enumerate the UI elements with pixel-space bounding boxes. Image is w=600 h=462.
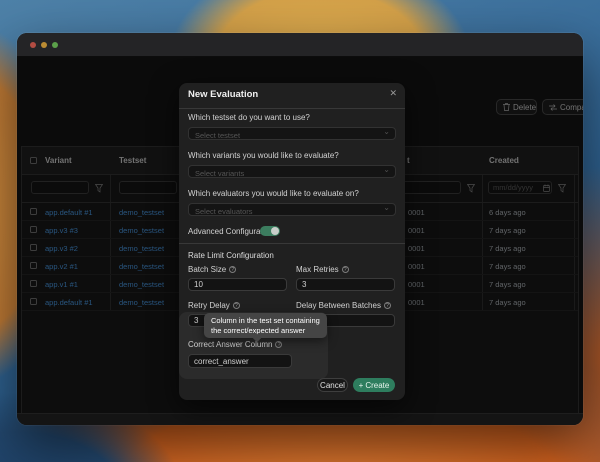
app-window: Delete Compare Variant Testset t Created… — [17, 33, 583, 425]
chevron-down-icon: ⌄ — [383, 127, 390, 136]
evaluators-select-placeholder: Select evaluators — [195, 207, 253, 216]
divider — [179, 243, 405, 244]
create-button[interactable]: + Create — [353, 378, 395, 392]
chevron-down-icon: ⌄ — [383, 165, 390, 174]
info-icon[interactable]: ? — [384, 302, 391, 309]
modal-title: New Evaluation — [188, 89, 258, 100]
tooltip-line2: the correct/expected answer — [211, 326, 320, 336]
desktop-wallpaper: Delete Compare Variant Testset t Created… — [0, 0, 600, 462]
testset-question-label: Which testset do you want to use? — [188, 113, 310, 122]
close-icon[interactable]: ✕ — [389, 88, 397, 99]
testset-select-placeholder: Select testset — [195, 131, 240, 140]
correct-answer-column-label: Correct Answer Column ? — [188, 340, 282, 349]
batch-size-input[interactable] — [188, 278, 287, 291]
create-button-label: Create — [365, 381, 389, 390]
advanced-configuration-toggle[interactable] — [260, 226, 280, 236]
minimize-window-button[interactable] — [41, 42, 47, 48]
info-icon[interactable]: ? — [233, 302, 240, 309]
close-window-button[interactable] — [30, 42, 36, 48]
retry-delay-label: Retry Delay ? — [188, 301, 240, 310]
chevron-down-icon: ⌄ — [383, 203, 390, 212]
variants-select[interactable]: Select variants ⌄ — [188, 165, 396, 178]
evaluators-select[interactable]: Select evaluators ⌄ — [188, 203, 396, 216]
max-retries-label: Max Retries ? — [296, 265, 349, 274]
cancel-button-label: Cancel — [320, 381, 345, 390]
batch-size-label: Batch Size ? — [188, 265, 236, 274]
correct-answer-tooltip: Column in the test set containing the co… — [204, 313, 327, 338]
info-icon[interactable]: ? — [229, 266, 236, 273]
correct-answer-column-input[interactable] — [188, 354, 292, 368]
window-titlebar — [17, 33, 583, 57]
rate-limit-section-title: Rate Limit Configuration — [188, 251, 274, 260]
cancel-button[interactable]: Cancel — [317, 378, 348, 392]
info-icon[interactable]: ? — [342, 266, 349, 273]
evaluators-question-label: Which evaluators you would like to evalu… — [188, 189, 359, 198]
new-evaluation-modal: New Evaluation ✕ Which testset do you wa… — [179, 83, 405, 400]
toggle-knob — [271, 227, 279, 235]
max-retries-input[interactable] — [296, 278, 395, 291]
divider — [179, 108, 405, 109]
testset-select[interactable]: Select testset ⌄ — [188, 127, 396, 140]
variants-select-placeholder: Select variants — [195, 169, 244, 178]
variants-question-label: Which variants you would like to evaluat… — [188, 151, 339, 160]
tooltip-line1: Column in the test set containing — [211, 316, 320, 326]
info-icon[interactable]: ? — [275, 341, 282, 348]
plus-icon: + — [359, 381, 364, 390]
delay-between-batches-label: Delay Between Batches ? — [296, 301, 391, 310]
zoom-window-button[interactable] — [52, 42, 58, 48]
